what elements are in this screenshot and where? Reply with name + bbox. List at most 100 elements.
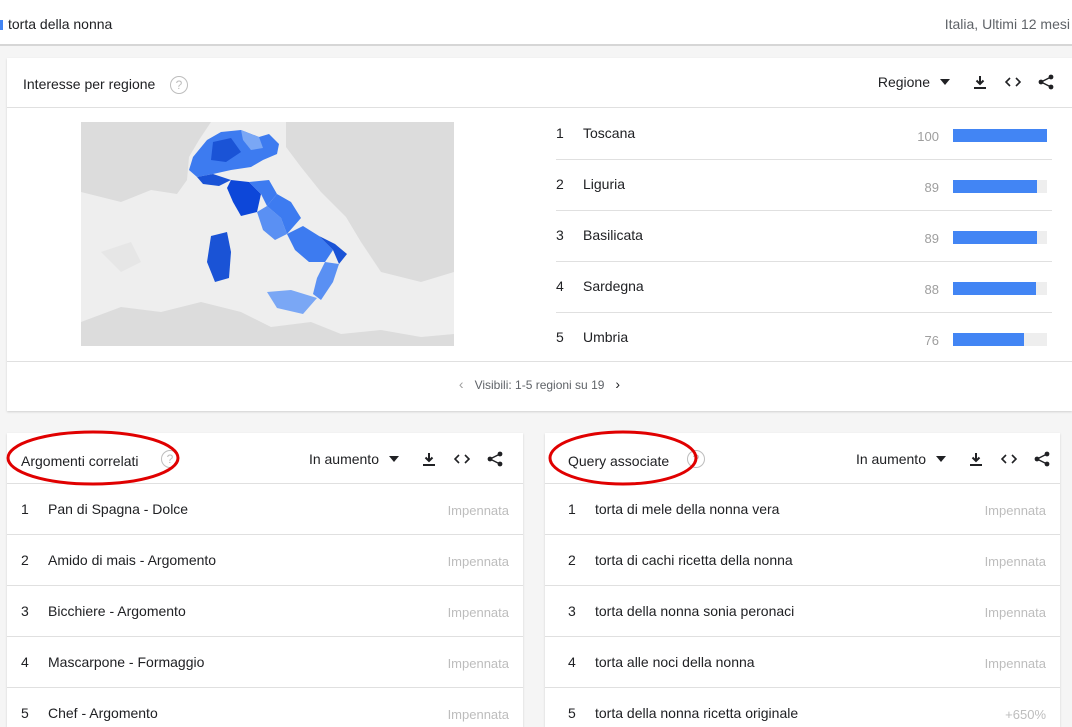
- list-item[interactable]: 5 torta della nonna ricetta originale +6…: [545, 688, 1060, 727]
- card-toolbar: In aumento: [856, 451, 1050, 467]
- topic-value: Impennata: [447, 503, 509, 518]
- list-item[interactable]: 4 torta alle noci della nonna Impennata: [545, 637, 1060, 688]
- list-item[interactable]: 5 Chef - Argomento Impennata: [7, 688, 523, 727]
- filter-select[interactable]: In aumento: [309, 451, 379, 467]
- row-rank: 4: [21, 654, 29, 670]
- region-name: Liguria: [583, 176, 626, 192]
- embed-icon[interactable]: [1001, 451, 1017, 467]
- share-icon[interactable]: [487, 451, 503, 467]
- region-bar: [953, 333, 1025, 346]
- topic-value: Impennata: [447, 554, 509, 569]
- topic-name[interactable]: Bicchiere - Argomento: [48, 603, 186, 619]
- list-item[interactable]: 2 Amido di mais - Argomento Impennata: [7, 535, 523, 586]
- row-rank: 2: [568, 552, 576, 568]
- help-icon[interactable]: ?: [170, 76, 188, 94]
- list-item[interactable]: 1 torta di mele della nonna vera Impenna…: [545, 484, 1060, 535]
- annotation-circle: [6, 430, 180, 486]
- row-rank: 2: [556, 176, 564, 192]
- topic-value: Impennata: [447, 656, 509, 671]
- download-icon[interactable]: [968, 451, 984, 467]
- chevron-right-icon[interactable]: ›: [608, 376, 628, 392]
- region-row[interactable]: 4 Sardegna 88: [556, 262, 1052, 313]
- list-item[interactable]: 2 torta di cachi ricetta della nonna Imp…: [545, 535, 1060, 586]
- region-bar: [953, 282, 1036, 295]
- topic-name[interactable]: Pan di Spagna - Dolce: [48, 501, 188, 517]
- query-name[interactable]: torta della nonna sonia peronaci: [595, 603, 794, 619]
- dropdown-caret-icon[interactable]: [936, 456, 946, 462]
- region-name: Umbria: [583, 329, 629, 345]
- row-rank: 1: [21, 501, 29, 517]
- region-name: Toscana: [583, 125, 636, 141]
- region-row[interactable]: 5 Umbria 76: [556, 313, 1052, 364]
- region-value: 76: [924, 333, 939, 348]
- header-divider: [7, 107, 1072, 108]
- footer-divider: [7, 361, 1072, 362]
- row-rank: 2: [21, 552, 29, 568]
- row-rank: 3: [21, 603, 29, 619]
- embed-icon[interactable]: [454, 451, 470, 467]
- query-value: Impennata: [984, 656, 1046, 671]
- region-value: 88: [924, 282, 939, 297]
- download-icon[interactable]: [421, 451, 437, 467]
- region-name: Basilicata: [583, 227, 643, 243]
- row-rank: 1: [556, 125, 564, 141]
- row-rank: 3: [556, 227, 564, 243]
- row-rank: 5: [21, 705, 29, 721]
- query-name[interactable]: torta della nonna ricetta originale: [595, 705, 798, 721]
- region-interest-card: Interesse per regione ? Regione 1 Toscan…: [7, 58, 1072, 411]
- query-value: Impennata: [984, 503, 1046, 518]
- series-color-marker: [0, 20, 3, 30]
- query-value: Impennata: [984, 554, 1046, 569]
- list-item[interactable]: 3 torta della nonna sonia peronaci Impen…: [545, 586, 1060, 637]
- region-bar: [953, 180, 1037, 193]
- query-name[interactable]: torta alle noci della nonna: [595, 654, 755, 670]
- region-row[interactable]: 2 Liguria 89: [556, 160, 1052, 211]
- resolution-select[interactable]: Regione: [878, 74, 930, 90]
- chevron-left-icon[interactable]: ‹: [451, 376, 471, 392]
- query-name[interactable]: torta di mele della nonna vera: [595, 501, 779, 517]
- row-rank: 3: [568, 603, 576, 619]
- card-toolbar: Regione: [878, 74, 1054, 90]
- region-bar: [953, 231, 1037, 244]
- region-bar-track: [953, 282, 1047, 295]
- share-icon[interactable]: [1038, 74, 1054, 90]
- query-value: +650%: [1005, 707, 1046, 722]
- region-row[interactable]: 3 Basilicata 89: [556, 211, 1052, 262]
- row-rank: 5: [568, 705, 576, 721]
- topic-name[interactable]: Chef - Argomento: [48, 705, 158, 721]
- region-bar-track: [953, 333, 1047, 346]
- dropdown-caret-icon[interactable]: [940, 79, 950, 85]
- region-pager: ‹ Visibili: 1-5 regioni su 19 ›: [7, 376, 1072, 392]
- pager-label: Visibili: 1-5 regioni su 19: [474, 378, 605, 392]
- region-bar: [953, 129, 1047, 142]
- row-rank: 5: [556, 329, 564, 345]
- share-icon[interactable]: [1034, 451, 1050, 467]
- row-rank: 1: [568, 501, 576, 517]
- list-item[interactable]: 3 Bicchiere - Argomento Impennata: [7, 586, 523, 637]
- download-icon[interactable]: [972, 74, 988, 90]
- search-term[interactable]: torta della nonna: [8, 16, 112, 32]
- region-row[interactable]: 1 Toscana 100: [556, 109, 1052, 160]
- topic-name[interactable]: Amido di mais - Argomento: [48, 552, 216, 568]
- card-title: Interesse per regione: [23, 76, 156, 92]
- region-map[interactable]: [81, 122, 454, 346]
- list-item[interactable]: 1 Pan di Spagna - Dolce Impennata: [7, 484, 523, 535]
- dropdown-caret-icon[interactable]: [389, 456, 399, 462]
- topic-value: Impennata: [447, 707, 509, 722]
- search-term-bar: torta della nonna Italia, Ultimi 12 mesi: [0, 0, 1072, 46]
- topic-name[interactable]: Mascarpone - Formaggio: [48, 654, 204, 670]
- embed-icon[interactable]: [1005, 74, 1021, 90]
- region-value: 89: [924, 180, 939, 195]
- region-value: 89: [924, 231, 939, 246]
- query-name[interactable]: torta di cachi ricetta della nonna: [595, 552, 793, 568]
- list-item[interactable]: 4 Mascarpone - Formaggio Impennata: [7, 637, 523, 688]
- row-rank: 4: [568, 654, 576, 670]
- row-rank: 4: [556, 278, 564, 294]
- topic-value: Impennata: [447, 605, 509, 620]
- region-bar-track: [953, 180, 1047, 193]
- filter-select[interactable]: In aumento: [856, 451, 926, 467]
- region-bar-track: [953, 231, 1047, 244]
- region-value: 100: [917, 129, 939, 144]
- annotation-circle: [548, 430, 698, 486]
- region-name: Sardegna: [583, 278, 644, 294]
